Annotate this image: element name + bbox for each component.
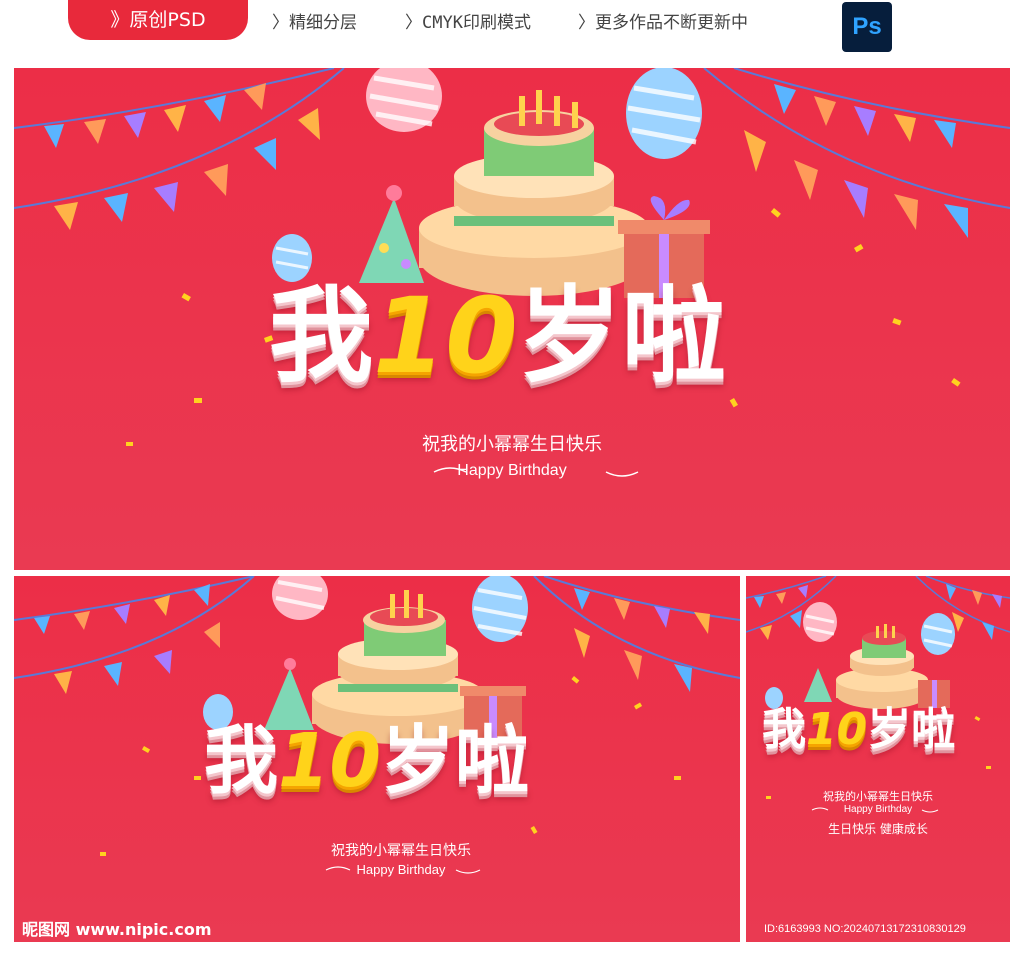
english-line: Happy Birthday (356, 862, 446, 877)
decoration-layer (746, 576, 1010, 813)
subtitle: 祝我的小幂幂生日快乐 (823, 790, 933, 803)
feature-cmyk: 〉CMYK印刷模式 (405, 13, 531, 33)
feature-layers: 〉精细分层 (272, 13, 357, 33)
birthday-cake-icon (419, 90, 649, 296)
id-watermark: ID:6163993 NO:20240713172310830129 (764, 923, 966, 935)
subtitle: 祝我的小幂幂生日快乐 (331, 843, 471, 859)
headline-char: 我 (762, 704, 806, 755)
headline-rest: 岁啦 (517, 275, 726, 397)
bunting-icon (703, 68, 1010, 238)
bunting-icon (533, 576, 740, 692)
headline-char: 我 (204, 718, 278, 804)
bunting-icon (14, 576, 255, 694)
party-hat-icon (359, 198, 424, 283)
original-psd-tag: 》原创PSD (68, 0, 248, 40)
bunting-icon (14, 68, 345, 230)
banner-large: 我10岁啦 祝我的小幂幂生日快乐 Happy Birthday (14, 68, 1010, 570)
birthday-cake-icon (836, 624, 928, 709)
photoshop-icon: Ps (842, 2, 892, 52)
banner-small: 我10岁啦 祝我的小幂幂生日快乐 Happy Birthday 生日快乐 健康成… (746, 576, 1010, 942)
subtitle: 祝我的小幂幂生日快乐 (422, 434, 602, 455)
balloon-icon (921, 613, 955, 655)
headline-rest: 岁啦 (380, 718, 529, 804)
headline: 我10岁啦 (269, 276, 726, 396)
top-bar: 》原创PSD 〉精细分层 〉CMYK印刷模式 〉更多作品不断更新中 Ps (0, 0, 1024, 60)
site-watermark: 昵图网 www.nipic.com (22, 920, 212, 939)
headline-number: 10 (278, 718, 381, 804)
party-hat-icon (804, 668, 832, 702)
headline-number: 10 (373, 275, 518, 397)
headline-rest: 岁啦 (867, 704, 956, 755)
headline-char: 我 (269, 275, 374, 397)
extra-line: 生日快乐 健康成长 (828, 822, 928, 836)
headline: 我10岁啦 (762, 702, 955, 758)
headline: 我10岁啦 (204, 716, 529, 806)
headline-number: 10 (806, 704, 868, 755)
banner-medium: 我10岁啦 祝我的小幂幂生日快乐 Happy Birthday 昵图网 www.… (14, 576, 740, 942)
english-line: Happy Birthday (843, 804, 913, 815)
english-line: Happy Birthday (457, 462, 567, 479)
feature-updates: 〉更多作品不断更新中 (578, 13, 748, 33)
